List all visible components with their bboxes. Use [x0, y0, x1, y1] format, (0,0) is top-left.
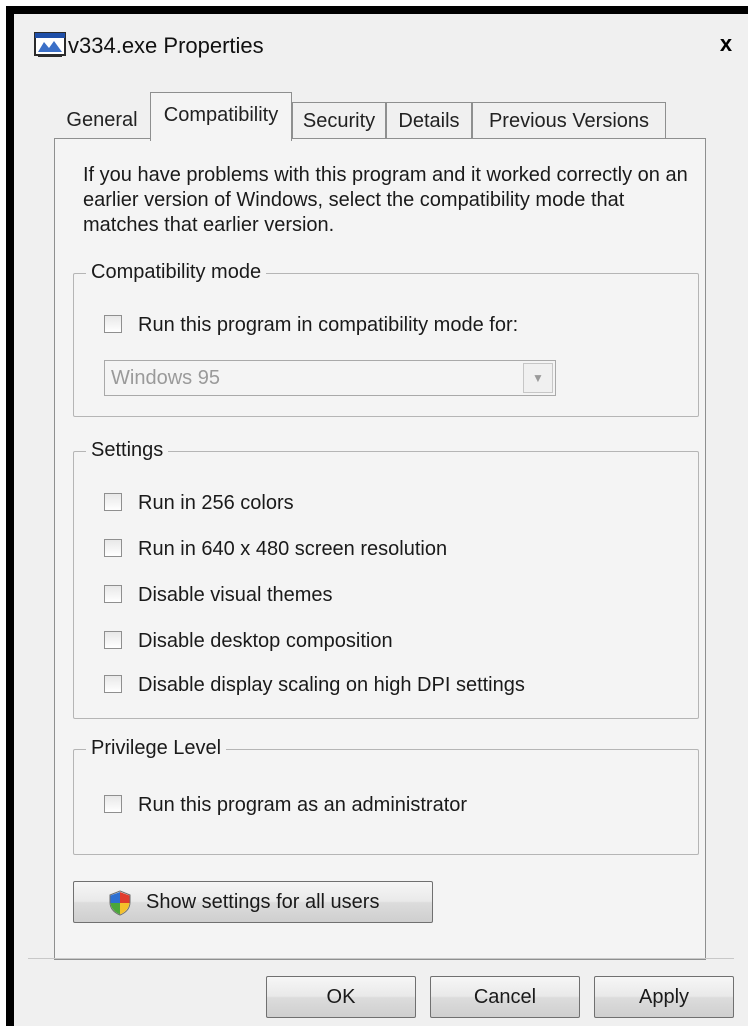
compatibility-mode-group: Compatibility mode Run this program in c… — [73, 261, 699, 417]
intro-text: If you have problems with this program a… — [83, 164, 688, 236]
settings-group: Settings Run in 256 colors Run in 640 x … — [73, 439, 699, 719]
setting-256-colors-label: Run in 256 colors — [138, 492, 294, 514]
setting-disable-dpi-scaling-checkbox[interactable] — [104, 675, 122, 693]
footer-divider — [28, 958, 734, 959]
cancel-button[interactable]: Cancel — [430, 976, 580, 1018]
compatibility-mode-checkbox[interactable] — [104, 315, 122, 333]
title-bar[interactable]: v334.exe Properties x — [14, 14, 748, 70]
compatibility-mode-label: Compatibility mode — [86, 261, 267, 284]
ok-button[interactable]: OK — [266, 976, 416, 1018]
uac-shield-icon — [109, 890, 131, 916]
setting-disable-themes-checkbox[interactable] — [104, 585, 122, 603]
setting-disable-composition-checkbox[interactable] — [104, 631, 122, 649]
compatibility-panel: If you have problems with this program a… — [54, 138, 706, 960]
setting-256-colors-checkbox[interactable] — [104, 493, 122, 511]
tab-strip: General Compatibility Security Details P… — [54, 92, 714, 141]
tab-details[interactable]: Details — [386, 102, 472, 139]
window-title: v334.exe Properties — [68, 33, 264, 58]
show-settings-all-users-button[interactable]: Show settings for all users — [73, 881, 433, 923]
run-as-admin-checkbox[interactable] — [104, 795, 122, 813]
tab-previous-versions[interactable]: Previous Versions — [472, 102, 666, 139]
setting-640x480-checkbox[interactable] — [104, 539, 122, 557]
privilege-level-label: Privilege Level — [86, 737, 227, 760]
setting-disable-themes-label: Disable visual themes — [138, 584, 333, 606]
tab-security[interactable]: Security — [292, 102, 386, 139]
setting-disable-dpi-scaling-label: Disable display scaling on high DPI sett… — [138, 674, 525, 696]
show-settings-all-users-label: Show settings for all users — [146, 891, 380, 913]
chevron-down-icon[interactable]: ▼ — [523, 363, 553, 393]
properties-dialog: v334.exe Properties x General Compatibil… — [14, 14, 748, 1026]
tab-compatibility[interactable]: Compatibility — [150, 92, 292, 141]
run-as-admin-label: Run this program as an administrator — [138, 794, 468, 816]
privilege-level-group: Privilege Level Run this program as an a… — [73, 737, 699, 855]
close-button[interactable]: x — [714, 32, 738, 56]
setting-640x480-label: Run in 640 x 480 screen resolution — [138, 538, 448, 560]
tab-general[interactable]: General — [54, 102, 150, 138]
app-window-icon — [34, 32, 66, 57]
compatibility-os-select[interactable]: Windows 95 ▼ — [104, 360, 556, 396]
settings-label: Settings — [86, 439, 169, 462]
setting-disable-composition-label: Disable desktop composition — [138, 630, 393, 652]
compatibility-os-value: Windows 95 — [111, 367, 220, 389]
compatibility-mode-checkbox-label: Run this program in compatibility mode f… — [138, 314, 519, 336]
apply-button[interactable]: Apply — [594, 976, 734, 1018]
